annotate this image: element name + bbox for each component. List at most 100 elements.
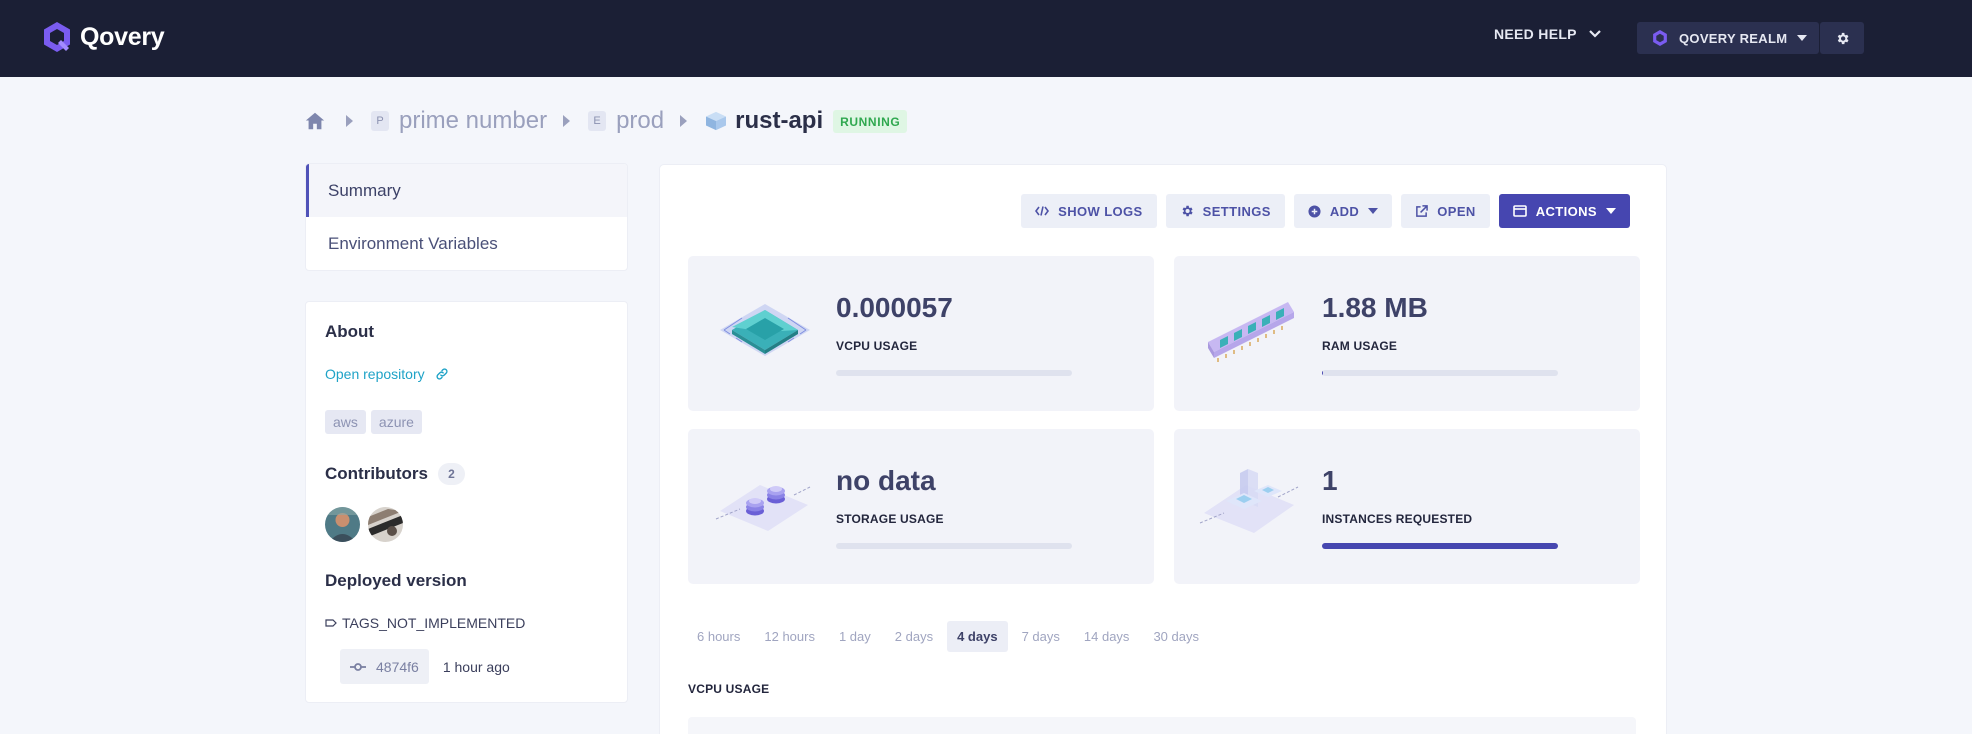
about-panel: About Open repository aws azure Contribu…: [305, 301, 628, 703]
deployed-tag: TAGS_NOT_IMPLEMENTED: [325, 615, 525, 631]
ram-usage-label: RAM USAGE: [1322, 339, 1398, 353]
deployed-commit: 4874f6 1 hour ago: [340, 649, 510, 684]
add-button[interactable]: ADD: [1293, 194, 1393, 228]
qovery-realm-icon: [1653, 30, 1667, 46]
instances-icon: [1199, 469, 1299, 533]
storage-usage-card: no data STORAGE USAGE: [688, 429, 1154, 584]
ram-usage-value: 1.88 MB: [1322, 292, 1428, 323]
commit-hash-button[interactable]: 4874f6: [340, 649, 429, 684]
caret-down-icon: [1368, 208, 1379, 214]
time-range-option[interactable]: 2 days: [885, 621, 943, 652]
vcpu-chart-area: [688, 717, 1636, 734]
ram-usage-card: 1.88 MB RAM USAGE: [1174, 256, 1640, 411]
application-cube-icon: [706, 111, 727, 131]
avatar-photo-icon: [368, 507, 403, 542]
storage-usage-value: no data: [836, 465, 936, 496]
cpu-chip-icon: [720, 304, 810, 356]
contributors-avatars: [325, 507, 403, 542]
open-repository-link[interactable]: Open repository: [325, 366, 450, 382]
actions-label: ACTIONS: [1535, 203, 1597, 219]
app-name: Qovery: [80, 22, 165, 51]
add-label: ADD: [1329, 203, 1360, 219]
settings-button[interactable]: [1820, 22, 1864, 54]
caret-down-icon: [1606, 208, 1616, 214]
contributors-heading: Contributors 2: [325, 463, 465, 485]
window-icon: [1512, 205, 1527, 217]
gear-icon: [1837, 32, 1848, 44]
open-repository-label: Open repository: [325, 366, 425, 382]
about-title: About: [325, 322, 375, 341]
breadcrumb-environment[interactable]: prod: [616, 107, 664, 135]
actions-button[interactable]: ACTIONS: [1498, 194, 1630, 228]
time-range-option[interactable]: 7 days: [1012, 621, 1070, 652]
breadcrumb-separator-icon: [680, 115, 688, 127]
tag-icon: [325, 619, 337, 627]
breadcrumb-separator-icon: [563, 115, 571, 127]
gear-icon: [1182, 205, 1193, 217]
link-icon: [436, 368, 448, 380]
provider-tag: aws: [325, 410, 366, 434]
home-icon[interactable]: [304, 110, 326, 132]
git-commit-icon: [350, 662, 366, 671]
time-range-option[interactable]: 6 hours: [687, 621, 750, 652]
contributors-title: Contributors: [325, 464, 428, 483]
instances-requested-card: 1 INSTANCES REQUESTED: [1174, 429, 1640, 584]
side-nav-item-environment-variables[interactable]: Environment Variables: [306, 217, 627, 270]
qovery-logo[interactable]: Qovery: [40, 20, 165, 54]
deployed-tag-label: TAGS_NOT_IMPLEMENTED: [342, 615, 526, 631]
vcpu-chart-title: VCPU USAGE: [688, 682, 770, 696]
storage-usage-label: STORAGE USAGE: [836, 512, 944, 526]
storage-disks-icon: [715, 485, 811, 531]
code-icon: [1035, 206, 1050, 216]
breadcrumb-project[interactable]: prime number: [399, 107, 547, 135]
breadcrumb-separator-icon: [346, 115, 353, 127]
provider-tag: azure: [370, 410, 422, 434]
need-help-label: NEED HELP: [1494, 26, 1577, 42]
time-range-option[interactable]: 12 hours: [754, 621, 825, 652]
open-button[interactable]: OPEN: [1401, 194, 1490, 228]
settings-label: SETTINGS: [1202, 203, 1271, 219]
settings-button[interactable]: SETTINGS: [1165, 194, 1285, 228]
commit-time: 1 hour ago: [442, 658, 510, 675]
contributors-count-badge: 2: [437, 463, 465, 485]
time-range-option[interactable]: 14 days: [1074, 621, 1140, 652]
organization-label: QOVERY REALM: [1679, 30, 1788, 46]
side-nav-label: Environment Variables: [328, 233, 498, 253]
time-range-selector: 6 hours 12 hours 1 day 2 days 4 days 7 d…: [687, 621, 1209, 652]
avatar[interactable]: [325, 507, 360, 542]
deployed-version-title: Deployed version: [325, 571, 467, 590]
status-badge: RUNNING: [833, 109, 908, 133]
application-toolbar: SHOW LOGS SETTINGS ADD OPEN ACTIONS: [1021, 194, 1630, 228]
need-help-menu[interactable]: NEED HELP: [1494, 26, 1601, 42]
chevron-down-icon: [1589, 30, 1601, 38]
vcpu-usage-label: VCPU USAGE: [836, 339, 918, 353]
top-navbar: Qovery NEED HELP QOVERY REALM: [0, 0, 1972, 77]
instances-requested-bar: [1322, 543, 1558, 549]
open-label: OPEN: [1437, 203, 1476, 219]
time-range-option-selected[interactable]: 4 days: [947, 621, 1008, 652]
vcpu-usage-value: 0.000057: [836, 292, 953, 323]
ram-usage-bar: [1322, 370, 1558, 376]
caret-down-icon: [1797, 35, 1808, 41]
breadcrumb: P prime number E prod rust-api RUNNING: [304, 106, 908, 136]
vcpu-usage-card: 0.000057 VCPU USAGE: [688, 256, 1154, 411]
avatar[interactable]: [368, 507, 403, 542]
application-overview-panel: SHOW LOGS SETTINGS ADD OPEN ACTIONS 0.00…: [659, 164, 1667, 734]
commit-hash: 4874f6: [376, 658, 419, 675]
environment-letter-icon: E: [588, 111, 607, 131]
qovery-logo-icon: [44, 22, 70, 52]
avatar-photo-icon: [325, 507, 360, 542]
project-letter-icon: P: [371, 111, 389, 131]
organization-selector[interactable]: QOVERY REALM: [1637, 22, 1819, 54]
time-range-option[interactable]: 30 days: [1143, 621, 1209, 652]
side-nav-item-summary[interactable]: Summary: [306, 164, 627, 217]
instances-requested-bar-fill: [1322, 543, 1558, 549]
show-logs-label: SHOW LOGS: [1058, 203, 1143, 219]
side-nav-label: Summary: [328, 180, 401, 200]
external-link-icon: [1416, 204, 1429, 217]
time-range-option[interactable]: 1 day: [829, 621, 881, 652]
instances-requested-value: 1: [1322, 465, 1338, 496]
breadcrumb-application[interactable]: rust-api: [735, 107, 823, 135]
ram-usage-bar-fill: [1322, 370, 1324, 376]
show-logs-button[interactable]: SHOW LOGS: [1021, 194, 1157, 228]
